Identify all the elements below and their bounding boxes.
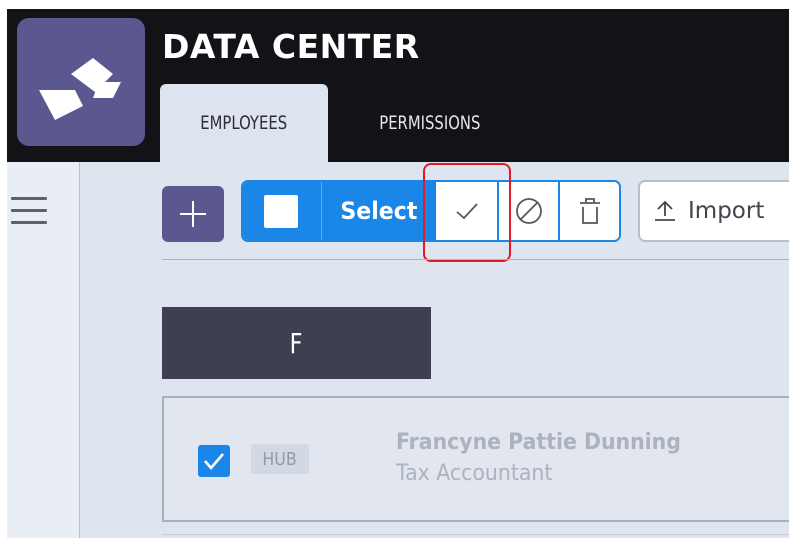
import-button-label: Import	[688, 198, 765, 224]
add-button[interactable]	[162, 186, 224, 242]
checkbox-icon	[264, 195, 298, 228]
tab-employees[interactable]: EMPLOYEES	[160, 84, 328, 162]
logo-icon	[39, 58, 121, 120]
tab-permissions-label: PERMISSIONS	[379, 112, 481, 134]
import-button[interactable]: Import	[638, 180, 789, 242]
select-button-label: Select	[340, 197, 418, 225]
employee-name: Francyne Pattie Dunning	[396, 430, 681, 455]
hamburger-menu-icon[interactable]	[11, 197, 47, 225]
app-logo[interactable]	[17, 18, 145, 146]
select-button[interactable]: Select	[322, 182, 436, 240]
location-tag: HUB	[251, 444, 309, 474]
list-bottom-divider	[162, 534, 789, 535]
delete-button[interactable]	[560, 182, 619, 240]
app-title: DATA CENTER	[162, 27, 420, 66]
toolbar-divider	[162, 259, 789, 260]
upload-icon	[655, 200, 675, 221]
tab-employees-label: EMPLOYEES	[200, 112, 288, 134]
group-letter: F	[290, 326, 303, 360]
group-letter-header: F	[162, 307, 431, 379]
row-checkbox[interactable]	[198, 445, 230, 477]
tab-permissions[interactable]: PERMISSIONS	[346, 84, 514, 162]
checkmark-icon	[204, 453, 224, 470]
employee-job-title: Tax Accountant	[396, 461, 553, 486]
trash-icon	[579, 198, 600, 224]
plus-icon	[180, 201, 206, 227]
circle-slash-icon	[515, 198, 542, 224]
highlight-annotation	[423, 163, 511, 262]
select-all-toggle[interactable]	[243, 182, 321, 240]
